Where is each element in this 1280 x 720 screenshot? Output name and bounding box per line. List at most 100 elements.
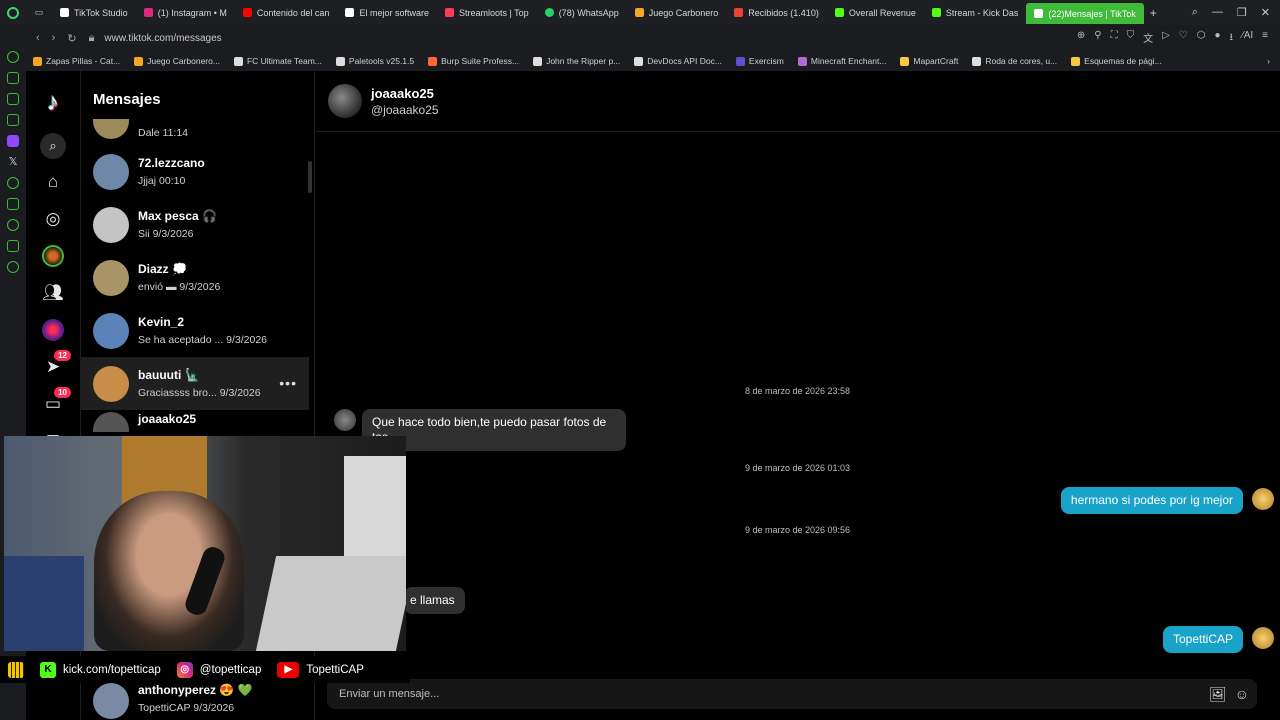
bookmark[interactable]: Exercism [729,56,791,66]
shopping-icon[interactable] [7,72,19,84]
settings-icon[interactable] [7,261,19,273]
bookmark-icon [134,56,144,66]
pin-icon[interactable]: ⚲ [1094,30,1101,47]
bookmarks-more-icon[interactable]: › [1267,56,1280,66]
capture-icon[interactable]: ⛶ [1111,30,1118,47]
timestamp-text: 9 de marzo de 2026 09:56 [744,525,851,535]
tab[interactable]: Overall Revenue [827,0,924,25]
close-icon[interactable]: ✕ [1261,6,1270,19]
download-icon[interactable]: ⭳ [1230,30,1234,47]
tab[interactable]: El mejor software [337,0,437,25]
bookmark[interactable]: Juego Carbonero... [127,56,227,66]
back-icon[interactable]: ‹ [36,32,40,45]
message-text: TopettiCAP [1172,632,1233,646]
tab-label: El mejor software [359,7,429,18]
url-field[interactable]: www.tiktok.com/messages [104,33,221,44]
minimize-icon[interactable]: — [1212,6,1223,19]
message-outgoing[interactable]: TopettiCAP [1162,626,1243,653]
tiktok-logo-icon[interactable]: ♪ [47,89,59,117]
bookmark-icon [335,56,345,66]
inbox-icon[interactable]: ▭ 10 [39,387,71,418]
x-icon[interactable]: 𝕏 [9,156,18,168]
tab[interactable]: (78) WhatsApp [537,0,627,25]
avatar[interactable] [328,84,362,118]
bookmark[interactable]: Burp Suite Profess... [421,56,526,66]
conversation-item[interactable]: joaaako25 [81,410,309,432]
play-icon[interactable]: ▷ [1162,30,1170,47]
tab[interactable]: TikTok Studio [52,0,136,25]
more-options-icon[interactable]: ••• [279,375,297,391]
tab[interactable]: (1) Instagram • M [136,0,235,25]
bookmark[interactable]: Esquemas de pági... [1064,56,1169,66]
new-tab-icon[interactable]: + [1144,6,1157,20]
conversation-item[interactable]: Max pesca 🎧 Sii 9/3/2026 [81,198,309,251]
search-icon[interactable]: ⌕ [40,133,66,159]
kick-icon [834,8,844,17]
live-avatar[interactable] [39,242,67,270]
emoji-icon[interactable]: ☺ [1235,686,1249,703]
ai-icon[interactable]: ⁄AI [1242,30,1253,47]
twitch-icon[interactable] [7,135,19,147]
player-icon[interactable] [7,177,19,189]
home-icon[interactable]: ⌂ [39,168,67,196]
conversation-item[interactable]: Kevin_2 Se ha aceptado ... 9/3/2026 [81,304,309,357]
extensions-icon[interactable] [7,240,19,252]
tiktok-icon [1034,9,1044,18]
search-icon[interactable]: ⌕ [1192,6,1198,19]
wallet-icon[interactable] [7,93,19,105]
bookmark-label: FC Ultimate Team... [246,56,322,66]
chat-handle: @joaaako25 [371,102,439,117]
menu-icon[interactable]: ≡ [1262,30,1268,47]
friends-icon[interactable]: 👥︎ [39,279,67,307]
tab[interactable]: Stream - Kick Das [924,0,1027,25]
extensions-icon[interactable]: ⬡ [1197,30,1206,47]
lock-icon[interactable]: 🔒︎ [89,32,95,45]
bookmark[interactable]: Roda de cores, u... [965,56,1064,66]
message-input-placeholder: Enviar un mensaje... [339,688,440,700]
tab-label: (78) WhatsApp [558,7,619,18]
heart-icon[interactable]: ♡ [1179,30,1188,47]
activity-avatar[interactable] [39,316,67,344]
translate-icon[interactable]: 文 [1143,30,1153,47]
conversation-item[interactable]: anthonyperez 😍 💚 TopettiCAP 9/3/2026 [81,679,309,720]
conversation-item-hovered[interactable]: bauuuti 🗽 Graciassss bro... 9/3/2026 ••• [81,357,309,410]
tab-active[interactable]: (22)Mensajes | TikTok [1026,3,1144,24]
tab[interactable]: Recibidos (1.410) [726,0,827,25]
message-outgoing[interactable]: hermano si podes por ig mejor [1060,487,1243,514]
bookmark[interactable]: MapartCraft [893,56,965,66]
tab-menu-icon[interactable]: ▭ [26,7,52,18]
bookmark[interactable]: Zapas Pillas - Cat... [26,56,127,66]
message-text: tas [372,430,616,445]
message-input[interactable]: Enviar un mensaje... 🖼︎ ☺ [327,679,1257,709]
conversation-item[interactable]: 72.lezzcano Jjjaj 00:10 [81,145,309,198]
reload-icon[interactable]: ↻ [67,32,76,45]
profile-icon[interactable]: ● [1214,30,1220,47]
shield-icon[interactable]: ⛉ [1127,30,1135,47]
opera-logo-icon[interactable] [0,0,26,25]
maximize-icon[interactable]: ❐ [1237,6,1247,19]
forward-icon[interactable]: › [52,32,56,45]
cube-icon[interactable] [7,198,19,210]
bookmark[interactable]: Paletools v25.1.5 [329,56,421,66]
bookmark[interactable]: John the Ripper p... [526,56,627,66]
message-incoming[interactable]: e llamas [404,587,465,614]
tab[interactable]: Contenido del can [235,0,338,25]
chat-header[interactable]: joaaako25 @joaaako25 [315,71,1280,132]
conversation-item[interactable]: Dale 11:14 [81,111,309,141]
messenger-icon[interactable] [7,114,19,126]
conversation-item[interactable]: Diazz 💭 envió ▬ 9/3/2026 [81,251,309,304]
bookmark[interactable]: FC Ultimate Team... [227,56,329,66]
tab-label: Contenido del can [256,7,330,18]
tab[interactable]: Streamloots | Top [437,0,537,25]
chat-display-name: joaaako25 [371,85,434,101]
notifications-icon[interactable]: ➤ 12 [39,350,71,381]
image-icon[interactable]: 🖼︎ [1209,686,1227,703]
bookmark[interactable]: Minecraft Enchant... [791,56,894,66]
gx-icon[interactable] [7,51,19,63]
zoom-icon[interactable]: ⊕ [1077,30,1085,47]
explore-icon[interactable]: ◎ [39,205,67,233]
history-icon[interactable] [7,219,19,231]
tab[interactable]: Juego Carbonero [627,0,727,25]
bookmark[interactable]: DevDocs API Doc... [627,56,729,66]
conversation-preview: Se ha aceptado ... 9/3/2026 [138,334,268,346]
